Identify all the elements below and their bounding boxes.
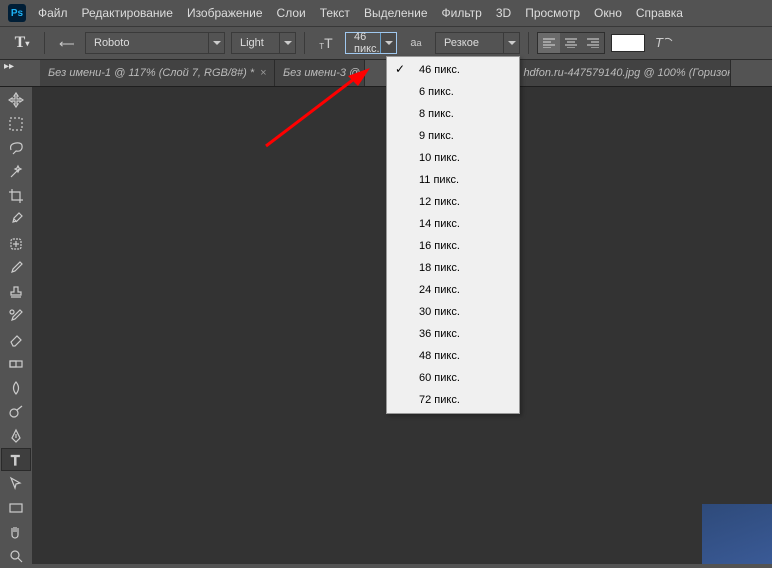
- antialias-icon: aa: [403, 31, 429, 55]
- menu-layer[interactable]: Слои: [275, 3, 308, 23]
- rectangle-tool[interactable]: [1, 496, 31, 519]
- align-right-button[interactable]: [582, 33, 604, 53]
- close-icon[interactable]: ×: [260, 67, 266, 79]
- font-size-option-12[interactable]: 12 пикс.: [387, 191, 519, 213]
- navigator-thumbnail: [702, 504, 772, 564]
- crop-tool[interactable]: [1, 184, 31, 207]
- eraser-tool[interactable]: [1, 328, 31, 351]
- font-size-option-6[interactable]: 6 пикс.: [387, 81, 519, 103]
- chevron-down-icon: [385, 41, 393, 45]
- tab-label: Без имени-3 @: [283, 67, 360, 79]
- font-size-option-60[interactable]: 60 пикс.: [387, 367, 519, 389]
- healing-brush-tool[interactable]: [1, 232, 31, 255]
- gradient-tool[interactable]: [1, 352, 31, 375]
- menu-select[interactable]: Выделение: [362, 3, 430, 23]
- menu-image[interactable]: Изображение: [185, 3, 265, 23]
- antialias-dropdown[interactable]: Резкое: [435, 32, 520, 54]
- eyedropper-tool[interactable]: [1, 208, 31, 231]
- divider: [528, 32, 529, 54]
- expand-panels-icon[interactable]: ▸▸: [4, 61, 14, 72]
- font-family-dropdown[interactable]: Roboto: [85, 32, 225, 54]
- ps-logo-icon: Ps: [8, 4, 26, 22]
- svg-text:T: T: [11, 452, 20, 468]
- document-tab-2[interactable]: Без имени-3 @: [275, 60, 365, 86]
- font-size-option-18[interactable]: 18 пикс.: [387, 257, 519, 279]
- menu-help[interactable]: Справка: [634, 3, 685, 23]
- menu-type[interactable]: Текст: [318, 3, 352, 23]
- type-tool[interactable]: T: [1, 448, 31, 471]
- font-size-option-8[interactable]: 8 пикс.: [387, 103, 519, 125]
- font-family-value: Roboto: [94, 37, 129, 49]
- type-options-bar: T▾ ⟷ Roboto Light TT 46 пикс. aa Резкое …: [0, 26, 772, 60]
- align-left-button[interactable]: [538, 33, 560, 53]
- magic-wand-tool[interactable]: [1, 160, 31, 183]
- font-size-icon: TT: [313, 31, 339, 55]
- brush-tool[interactable]: [1, 256, 31, 279]
- pen-tool[interactable]: [1, 424, 31, 447]
- application-menubar: Ps Файл Редактирование Изображение Слои …: [0, 0, 772, 26]
- chevron-down-icon: [508, 41, 516, 45]
- menu-view[interactable]: Просмотр: [523, 3, 582, 23]
- blur-tool[interactable]: [1, 376, 31, 399]
- lasso-tool[interactable]: [1, 136, 31, 159]
- font-size-option-46[interactable]: ✓46 пикс.: [387, 59, 519, 81]
- tab-label: hdfon.ru-447579140.jpg @ 100% (Горизон: [523, 67, 731, 79]
- text-color-swatch[interactable]: [611, 34, 645, 52]
- marquee-tool[interactable]: [1, 112, 31, 135]
- font-size-option-16[interactable]: 16 пикс.: [387, 235, 519, 257]
- divider: [304, 32, 305, 54]
- font-size-option-36[interactable]: 36 пикс.: [387, 323, 519, 345]
- chevron-down-icon: [213, 41, 221, 45]
- font-size-menu: ✓46 пикс. 6 пикс. 8 пикс. 9 пикс. 10 пик…: [386, 56, 520, 414]
- font-size-option-48[interactable]: 48 пикс.: [387, 345, 519, 367]
- menu-window[interactable]: Окно: [592, 3, 624, 23]
- menu-3d[interactable]: 3D: [494, 3, 513, 23]
- document-tab-3[interactable]: × hdfon.ru-447579140.jpg @ 100% (Горизон: [499, 60, 731, 86]
- current-tool-icon[interactable]: T▾: [8, 31, 36, 55]
- divider: [44, 32, 45, 54]
- font-size-option-24[interactable]: 24 пикс.: [387, 279, 519, 301]
- menu-file[interactable]: Файл: [36, 3, 70, 23]
- tab-label: Без имени-1 @ 117% (Слой 7, RGB/8#) *: [48, 67, 254, 79]
- font-size-option-14[interactable]: 14 пикс.: [387, 213, 519, 235]
- dodge-tool[interactable]: [1, 400, 31, 423]
- font-size-option-10[interactable]: 10 пикс.: [387, 147, 519, 169]
- menu-filter[interactable]: Фильтр: [440, 3, 484, 23]
- svg-text:T: T: [655, 35, 664, 50]
- antialias-value: Резкое: [444, 37, 479, 49]
- history-brush-tool[interactable]: [1, 304, 31, 327]
- toggle-orientation-icon[interactable]: ⟷: [53, 31, 79, 55]
- font-size-option-72[interactable]: 72 пикс.: [387, 389, 519, 411]
- text-align-group: [537, 32, 605, 54]
- font-size-option-30[interactable]: 30 пикс.: [387, 301, 519, 323]
- hand-tool[interactable]: [1, 520, 31, 543]
- path-selection-tool[interactable]: [1, 472, 31, 495]
- font-size-dropdown[interactable]: 46 пикс.: [345, 32, 397, 54]
- tools-panel: T: [0, 87, 32, 568]
- font-weight-dropdown[interactable]: Light: [231, 32, 296, 54]
- font-size-option-11[interactable]: 11 пикс.: [387, 169, 519, 191]
- font-size-option-9[interactable]: 9 пикс.: [387, 125, 519, 147]
- check-icon: ✓: [395, 62, 405, 76]
- align-center-button[interactable]: [560, 33, 582, 53]
- warp-text-icon[interactable]: T: [651, 31, 677, 55]
- menu-edit[interactable]: Редактирование: [80, 3, 175, 23]
- chevron-down-icon: [284, 41, 292, 45]
- document-tab-1[interactable]: Без имени-1 @ 117% (Слой 7, RGB/8#) * ×: [40, 60, 275, 86]
- svg-text:⟷: ⟷: [59, 36, 74, 51]
- stamp-tool[interactable]: [1, 280, 31, 303]
- move-tool[interactable]: [1, 88, 31, 111]
- font-weight-value: Light: [240, 37, 264, 49]
